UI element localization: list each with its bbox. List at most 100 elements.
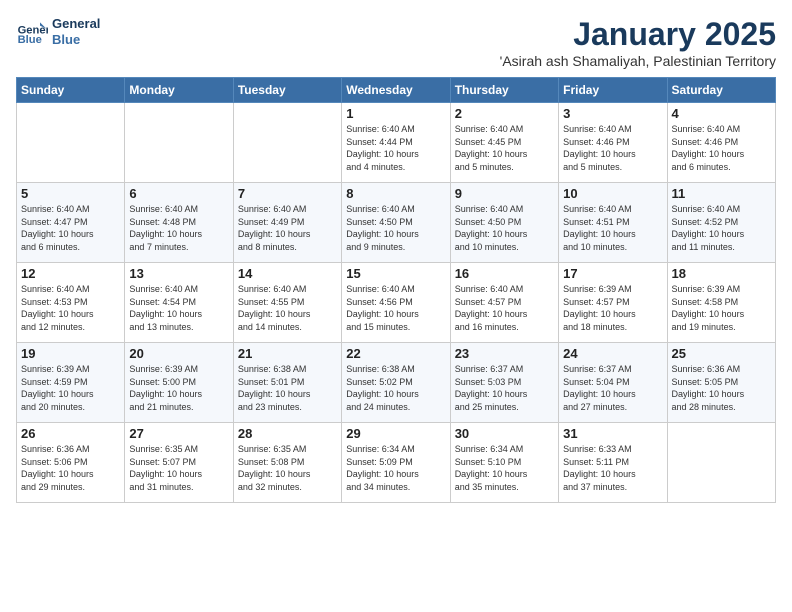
day-info: Sunrise: 6:40 AM Sunset: 4:52 PM Dayligh… xyxy=(672,203,771,253)
day-info: Sunrise: 6:40 AM Sunset: 4:55 PM Dayligh… xyxy=(238,283,337,333)
day-info: Sunrise: 6:33 AM Sunset: 5:11 PM Dayligh… xyxy=(563,443,662,493)
logo-line1: General xyxy=(52,16,100,32)
calendar-week-4: 19Sunrise: 6:39 AM Sunset: 4:59 PM Dayli… xyxy=(17,343,776,423)
day-info: Sunrise: 6:40 AM Sunset: 4:50 PM Dayligh… xyxy=(346,203,445,253)
table-row xyxy=(17,103,125,183)
day-number: 7 xyxy=(238,186,337,201)
day-info: Sunrise: 6:35 AM Sunset: 5:08 PM Dayligh… xyxy=(238,443,337,493)
weekday-header-row: SundayMondayTuesdayWednesdayThursdayFrid… xyxy=(17,78,776,103)
day-number: 15 xyxy=(346,266,445,281)
table-row: 5 Sunrise: 6:40 AM Sunset: 4:47 PM Daylig… xyxy=(17,183,125,263)
day-number: 5 xyxy=(21,186,120,201)
table-row: 11 Sunrise: 6:40 AM Sunset: 4:52 PM Dayli… xyxy=(667,183,775,263)
table-row: 3 Sunrise: 6:40 AM Sunset: 4:46 PM Daylig… xyxy=(559,103,667,183)
table-row: 10 Sunrise: 6:40 AM Sunset: 4:51 PM Dayli… xyxy=(559,183,667,263)
day-info: Sunrise: 6:37 AM Sunset: 5:04 PM Dayligh… xyxy=(563,363,662,413)
page-header: General Blue General Blue January 2025 '… xyxy=(16,16,776,69)
day-info: Sunrise: 6:36 AM Sunset: 5:05 PM Dayligh… xyxy=(672,363,771,413)
table-row: 29Sunrise: 6:34 AM Sunset: 5:09 PM Dayli… xyxy=(342,423,450,503)
table-row: 30 Sunrise: 6:34 AM Sunset: 5:10 PM Dayli… xyxy=(450,423,558,503)
day-number: 4 xyxy=(672,106,771,121)
table-row xyxy=(667,423,775,503)
day-number: 16 xyxy=(455,266,554,281)
calendar-week-1: 1Sunrise: 6:40 AM Sunset: 4:44 PM Daylig… xyxy=(17,103,776,183)
weekday-header-monday: Monday xyxy=(125,78,233,103)
table-row: 28Sunrise: 6:35 AM Sunset: 5:08 PM Dayli… xyxy=(233,423,341,503)
day-info: Sunrise: 6:40 AM Sunset: 4:51 PM Dayligh… xyxy=(563,203,662,253)
day-info: Sunrise: 6:40 AM Sunset: 4:57 PM Dayligh… xyxy=(455,283,554,333)
day-info: Sunrise: 6:40 AM Sunset: 4:46 PM Dayligh… xyxy=(672,123,771,173)
calendar-week-2: 5 Sunrise: 6:40 AM Sunset: 4:47 PM Daylig… xyxy=(17,183,776,263)
day-info: Sunrise: 6:40 AM Sunset: 4:45 PM Dayligh… xyxy=(455,123,554,173)
day-info: Sunrise: 6:39 AM Sunset: 4:58 PM Dayligh… xyxy=(672,283,771,333)
location-title: 'Asirah ash Shamaliyah, Palestinian Terr… xyxy=(500,53,776,69)
day-number: 31 xyxy=(563,426,662,441)
table-row: 4 Sunrise: 6:40 AM Sunset: 4:46 PM Daylig… xyxy=(667,103,775,183)
day-info: Sunrise: 6:39 AM Sunset: 5:00 PM Dayligh… xyxy=(129,363,228,413)
day-number: 21 xyxy=(238,346,337,361)
day-info: Sunrise: 6:40 AM Sunset: 4:48 PM Dayligh… xyxy=(129,203,228,253)
day-info: Sunrise: 6:38 AM Sunset: 5:02 PM Dayligh… xyxy=(346,363,445,413)
day-number: 20 xyxy=(129,346,228,361)
table-row: 14 Sunrise: 6:40 AM Sunset: 4:55 PM Dayli… xyxy=(233,263,341,343)
table-row: 22 Sunrise: 6:38 AM Sunset: 5:02 PM Dayli… xyxy=(342,343,450,423)
day-number: 26 xyxy=(21,426,120,441)
day-number: 6 xyxy=(129,186,228,201)
day-number: 29 xyxy=(346,426,445,441)
day-number: 12 xyxy=(21,266,120,281)
table-row: 1Sunrise: 6:40 AM Sunset: 4:44 PM Daylig… xyxy=(342,103,450,183)
day-number: 25 xyxy=(672,346,771,361)
table-row: 12Sunrise: 6:40 AM Sunset: 4:53 PM Dayli… xyxy=(17,263,125,343)
day-info: Sunrise: 6:39 AM Sunset: 4:59 PM Dayligh… xyxy=(21,363,120,413)
table-row: 15 Sunrise: 6:40 AM Sunset: 4:56 PM Dayli… xyxy=(342,263,450,343)
day-number: 11 xyxy=(672,186,771,201)
table-row: 2 Sunrise: 6:40 AM Sunset: 4:45 PM Daylig… xyxy=(450,103,558,183)
table-row: 23Sunrise: 6:37 AM Sunset: 5:03 PM Dayli… xyxy=(450,343,558,423)
table-row: 18Sunrise: 6:39 AM Sunset: 4:58 PM Dayli… xyxy=(667,263,775,343)
day-number: 30 xyxy=(455,426,554,441)
day-number: 1 xyxy=(346,106,445,121)
logo: General Blue General Blue xyxy=(16,16,100,48)
table-row: 9Sunrise: 6:40 AM Sunset: 4:50 PM Daylig… xyxy=(450,183,558,263)
month-title: January 2025 xyxy=(500,16,776,53)
day-info: Sunrise: 6:38 AM Sunset: 5:01 PM Dayligh… xyxy=(238,363,337,413)
day-number: 14 xyxy=(238,266,337,281)
weekday-header-tuesday: Tuesday xyxy=(233,78,341,103)
weekday-header-thursday: Thursday xyxy=(450,78,558,103)
table-row: 25 Sunrise: 6:36 AM Sunset: 5:05 PM Dayli… xyxy=(667,343,775,423)
day-info: Sunrise: 6:40 AM Sunset: 4:54 PM Dayligh… xyxy=(129,283,228,333)
table-row: 24 Sunrise: 6:37 AM Sunset: 5:04 PM Dayli… xyxy=(559,343,667,423)
day-number: 10 xyxy=(563,186,662,201)
table-row: 26 Sunrise: 6:36 AM Sunset: 5:06 PM Dayli… xyxy=(17,423,125,503)
table-row: 8 Sunrise: 6:40 AM Sunset: 4:50 PM Daylig… xyxy=(342,183,450,263)
weekday-header-sunday: Sunday xyxy=(17,78,125,103)
calendar-week-3: 12Sunrise: 6:40 AM Sunset: 4:53 PM Dayli… xyxy=(17,263,776,343)
day-info: Sunrise: 6:40 AM Sunset: 4:49 PM Dayligh… xyxy=(238,203,337,253)
table-row xyxy=(233,103,341,183)
day-info: Sunrise: 6:40 AM Sunset: 4:50 PM Dayligh… xyxy=(455,203,554,253)
day-info: Sunrise: 6:36 AM Sunset: 5:06 PM Dayligh… xyxy=(21,443,120,493)
weekday-header-wednesday: Wednesday xyxy=(342,78,450,103)
table-row: 21 Sunrise: 6:38 AM Sunset: 5:01 PM Dayli… xyxy=(233,343,341,423)
day-number: 2 xyxy=(455,106,554,121)
day-number: 3 xyxy=(563,106,662,121)
day-info: Sunrise: 6:40 AM Sunset: 4:47 PM Dayligh… xyxy=(21,203,120,253)
day-number: 13 xyxy=(129,266,228,281)
day-info: Sunrise: 6:40 AM Sunset: 4:46 PM Dayligh… xyxy=(563,123,662,173)
day-number: 24 xyxy=(563,346,662,361)
logo-line2: Blue xyxy=(52,32,100,48)
table-row: 6 Sunrise: 6:40 AM Sunset: 4:48 PM Daylig… xyxy=(125,183,233,263)
day-number: 22 xyxy=(346,346,445,361)
weekday-header-friday: Friday xyxy=(559,78,667,103)
day-info: Sunrise: 6:40 AM Sunset: 4:56 PM Dayligh… xyxy=(346,283,445,333)
logo-text: General Blue xyxy=(52,16,100,47)
table-row xyxy=(125,103,233,183)
day-info: Sunrise: 6:39 AM Sunset: 4:57 PM Dayligh… xyxy=(563,283,662,333)
day-number: 17 xyxy=(563,266,662,281)
table-row: 17 Sunrise: 6:39 AM Sunset: 4:57 PM Dayli… xyxy=(559,263,667,343)
day-info: Sunrise: 6:34 AM Sunset: 5:10 PM Dayligh… xyxy=(455,443,554,493)
day-number: 8 xyxy=(346,186,445,201)
day-info: Sunrise: 6:37 AM Sunset: 5:03 PM Dayligh… xyxy=(455,363,554,413)
table-row: 20 Sunrise: 6:39 AM Sunset: 5:00 PM Dayli… xyxy=(125,343,233,423)
table-row: 7 Sunrise: 6:40 AM Sunset: 4:49 PM Daylig… xyxy=(233,183,341,263)
